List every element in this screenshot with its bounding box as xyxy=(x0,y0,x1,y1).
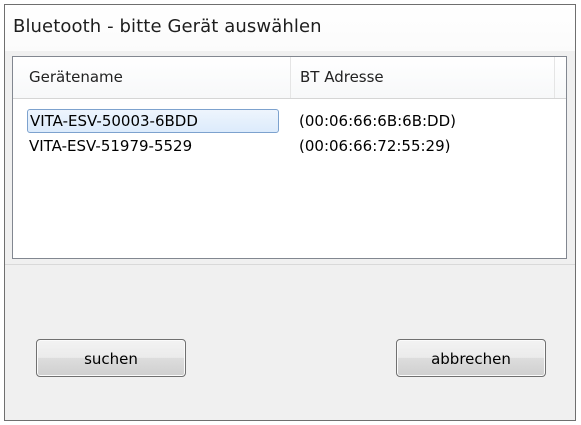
header-filler xyxy=(554,57,566,98)
device-row[interactable]: VITA-ESV-50003-6BDD (00:06:66:6B:6B:DD) xyxy=(13,109,566,133)
device-name-cell: VITA-ESV-51979-5529 xyxy=(29,137,193,155)
bt-address-cell: (00:06:66:72:55:29) xyxy=(299,137,451,155)
cancel-button[interactable]: abbrechen xyxy=(396,339,546,377)
device-list[interactable]: Gerätename BT Adresse VITA-ESV-50003-6BD… xyxy=(12,56,567,259)
dialog-title: Bluetooth - bitte Gerät auswählen xyxy=(13,16,322,37)
search-button[interactable]: suchen xyxy=(36,339,186,377)
bluetooth-device-dialog: Bluetooth - bitte Gerät auswählen Geräte… xyxy=(4,4,576,421)
column-header-bt-address[interactable]: BT Adresse xyxy=(290,57,554,98)
column-header-device-name[interactable]: Gerätename xyxy=(13,57,290,98)
divider xyxy=(5,264,575,265)
bt-address-cell: (00:06:66:6B:6B:DD) xyxy=(299,112,457,130)
title-bar[interactable]: Bluetooth - bitte Gerät auswählen xyxy=(5,5,575,51)
list-header: Gerätename BT Adresse xyxy=(13,57,566,99)
device-name-cell: VITA-ESV-50003-6BDD xyxy=(27,109,279,133)
device-row[interactable]: VITA-ESV-51979-5529 (00:06:66:72:55:29) xyxy=(13,134,566,158)
